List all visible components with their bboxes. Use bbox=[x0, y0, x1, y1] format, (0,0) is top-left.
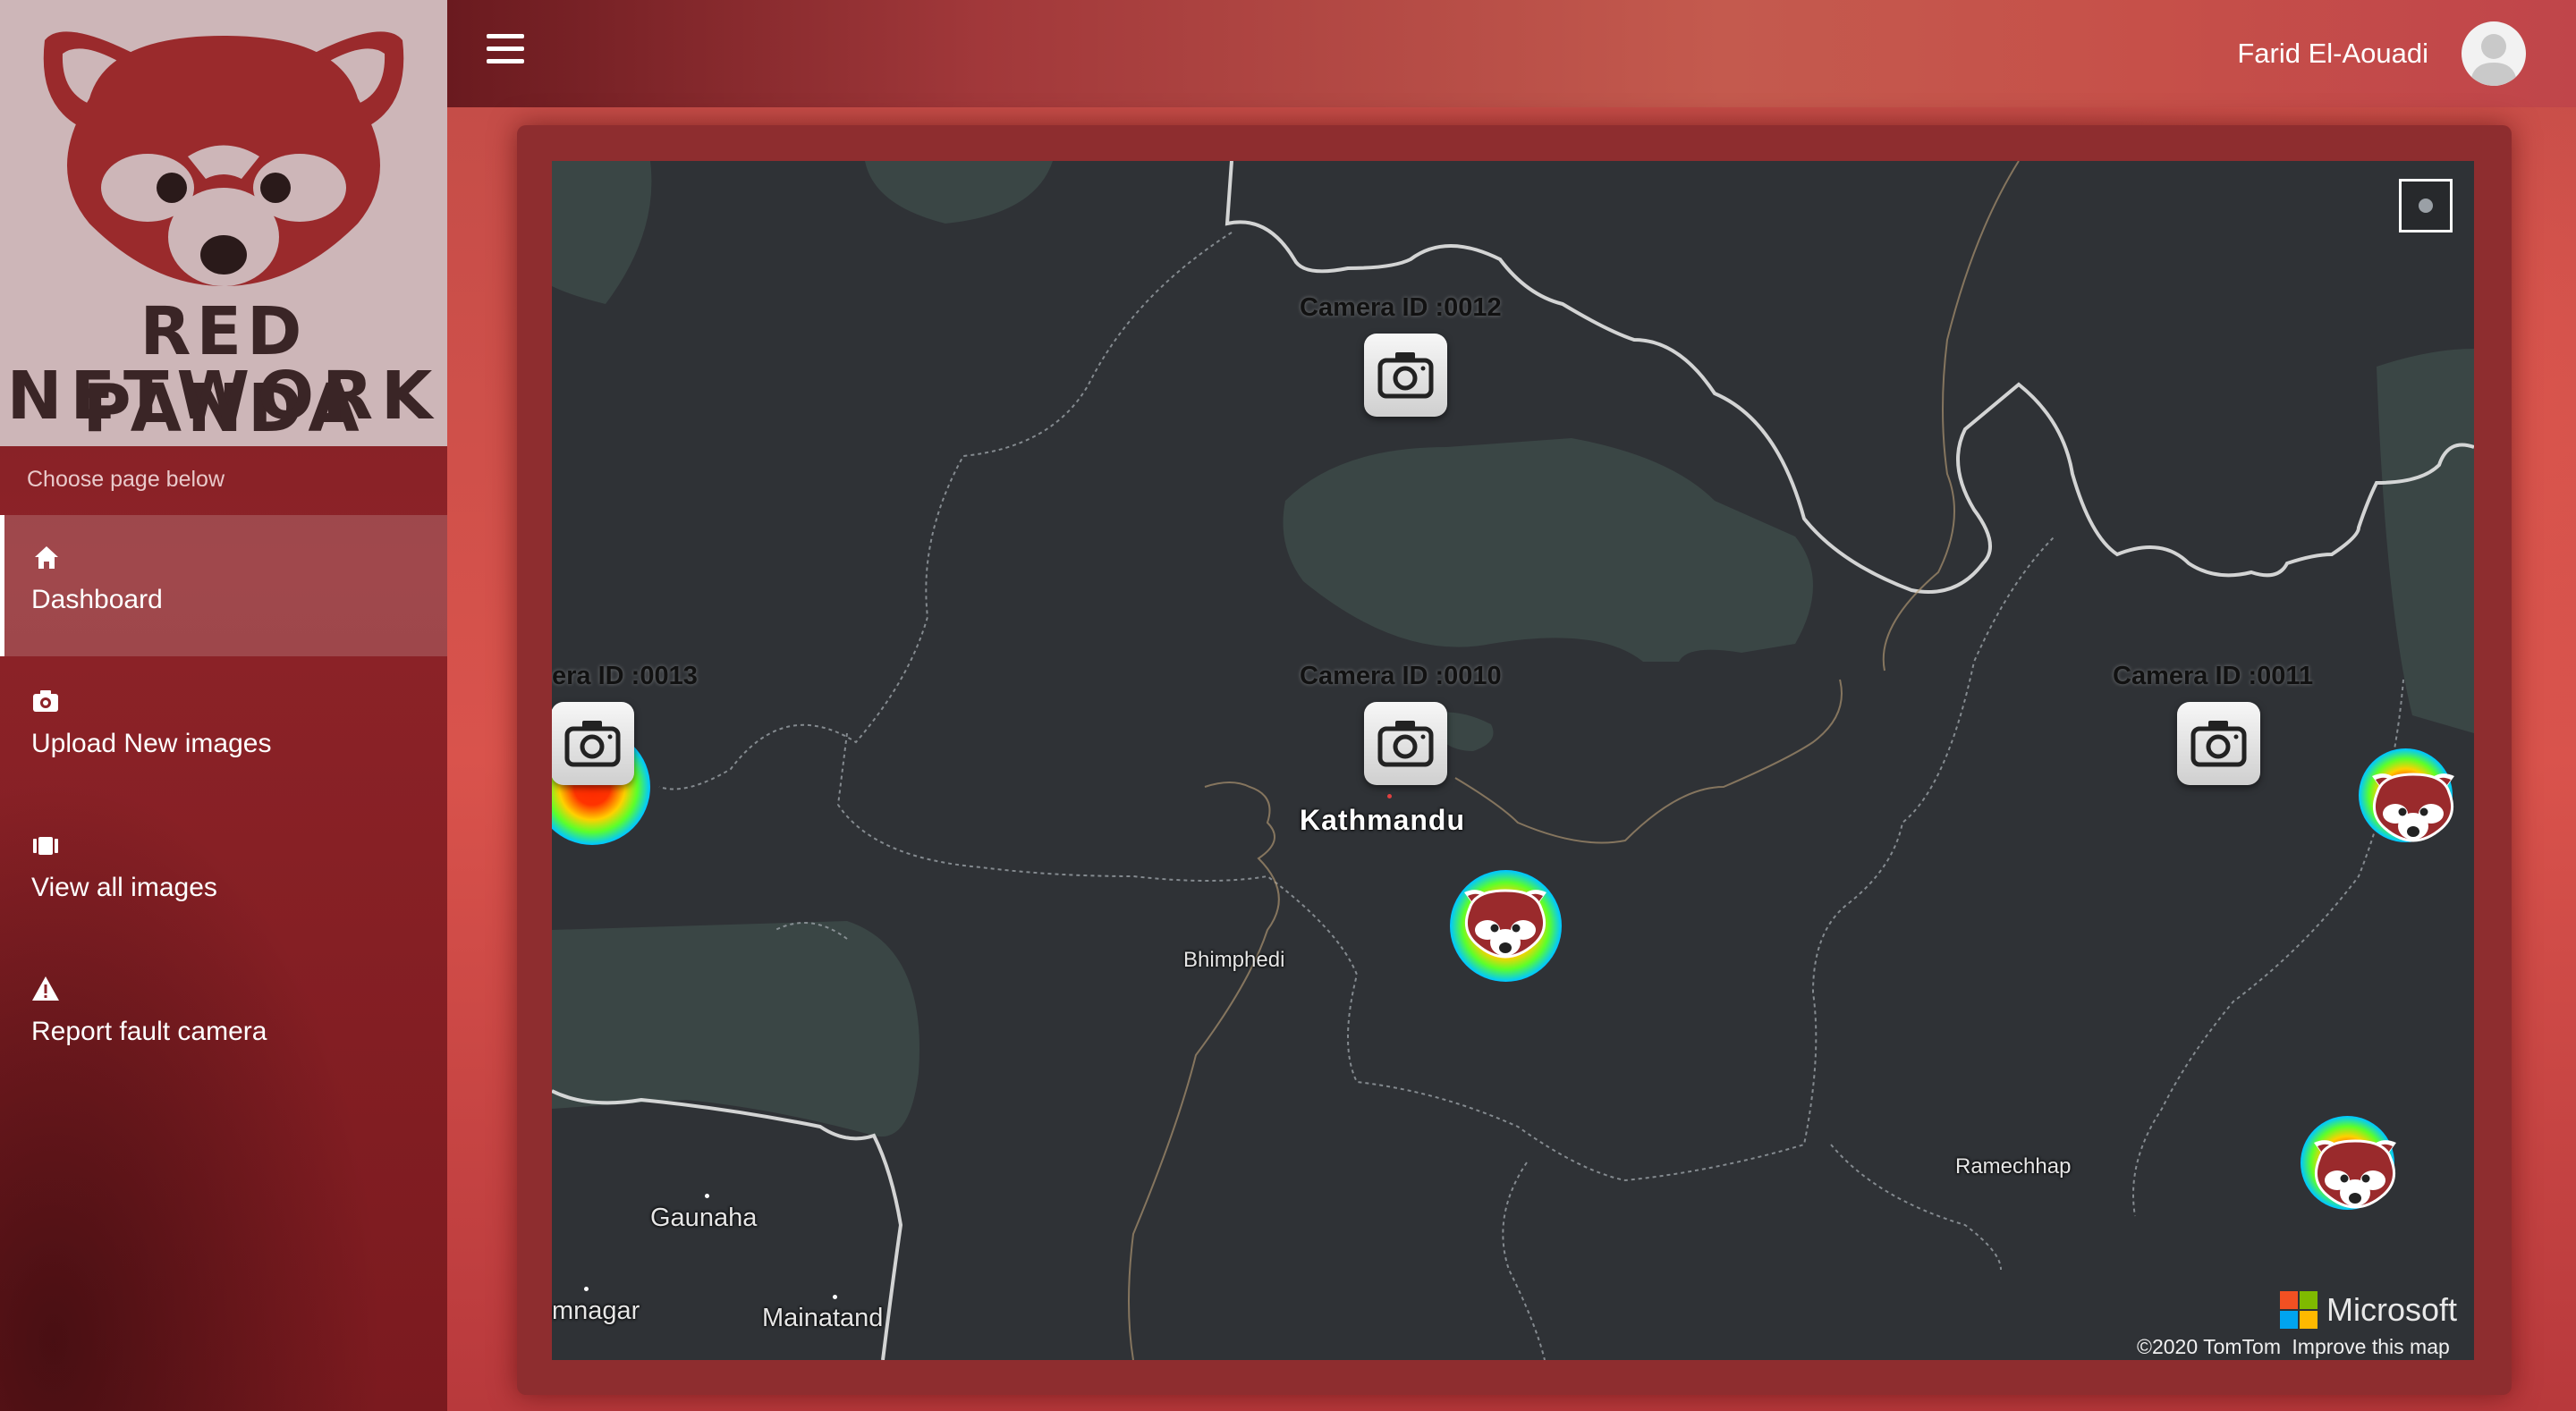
sidebar-item-label: Dashboard bbox=[31, 585, 163, 614]
place-label: Mainatand bbox=[762, 1304, 884, 1332]
copyright-text: ©2020 TomTom bbox=[2137, 1335, 2281, 1358]
hamburger-icon[interactable] bbox=[487, 34, 524, 64]
sidebar-item-label: Upload New images bbox=[31, 729, 272, 758]
avatar-icon bbox=[2470, 34, 2517, 86]
place-label: Bhimphedi bbox=[1183, 948, 1285, 972]
city-dot bbox=[705, 1194, 709, 1198]
city-dot bbox=[1387, 794, 1392, 798]
red-panda-marker-icon[interactable] bbox=[2365, 769, 2462, 844]
place-label: mnagar bbox=[552, 1297, 640, 1325]
microsoft-brand: Microsoft bbox=[2326, 1291, 2458, 1328]
red-panda-marker-icon[interactable] bbox=[1457, 885, 1554, 960]
chevron-left-icon bbox=[2419, 199, 2433, 213]
camera-icon bbox=[1377, 352, 1434, 399]
gallery-icon bbox=[33, 837, 58, 855]
camera-label: Camera ID :0010 bbox=[1300, 662, 1502, 690]
camera-marker[interactable] bbox=[552, 702, 634, 785]
sidebar-item-label: View all images bbox=[31, 873, 217, 902]
camera-icon bbox=[2190, 721, 2247, 767]
microsoft-logo-icon bbox=[2280, 1291, 2318, 1329]
map-attribution: ©2020 TomTom Improve this map bbox=[2137, 1335, 2450, 1359]
sidebar-item-view-images[interactable]: View all images bbox=[0, 803, 447, 944]
camera-marker[interactable] bbox=[2177, 702, 2260, 785]
place-label: Ramechhap bbox=[1955, 1154, 2072, 1179]
logo: RED PANDA NETWORK bbox=[0, 0, 447, 447]
warning-icon bbox=[32, 976, 59, 1001]
camera-label: Camera ID :0011 bbox=[2113, 662, 2314, 690]
camera-label: era ID :0013 bbox=[552, 662, 698, 690]
map-style-toggle[interactable] bbox=[2399, 179, 2453, 232]
sidebar-item-report-fault[interactable]: Report fault camera bbox=[0, 947, 447, 1088]
camera-marker[interactable] bbox=[1364, 334, 1447, 417]
logo-title-line2: NETWORK bbox=[6, 358, 441, 435]
avatar[interactable] bbox=[2462, 21, 2526, 86]
user-name[interactable]: Farid El-Aouadi bbox=[2237, 38, 2428, 70]
improve-map-link[interactable]: Improve this map bbox=[2292, 1335, 2449, 1358]
red-panda-logo-icon bbox=[43, 31, 404, 286]
sidebar-item-label: Report fault camera bbox=[31, 1017, 267, 1046]
sidebar: RED PANDA NETWORK Choose page below Dash… bbox=[0, 0, 447, 1411]
nav-caption: Choose page below bbox=[27, 467, 225, 492]
city-dot bbox=[584, 1287, 589, 1291]
city-dot bbox=[833, 1295, 837, 1299]
camera-icon bbox=[1377, 721, 1434, 767]
place-label: Kathmandu bbox=[1300, 804, 1465, 836]
red-panda-marker-icon[interactable] bbox=[2307, 1136, 2403, 1211]
map[interactable]: Camera ID :0012 Camera ID :0010 Camera I… bbox=[552, 161, 2474, 1360]
camera-marker[interactable] bbox=[1364, 702, 1447, 785]
sidebar-item-dashboard[interactable]: Dashboard bbox=[0, 515, 447, 656]
top-bar: Farid El-Aouadi bbox=[447, 0, 2576, 107]
place-label: Gaunaha bbox=[650, 1204, 758, 1232]
sidebar-item-upload[interactable]: Upload New images bbox=[0, 659, 447, 800]
camera-plus-icon bbox=[33, 690, 58, 712]
camera-icon bbox=[564, 721, 621, 767]
camera-label: Camera ID :0012 bbox=[1300, 293, 1502, 322]
home-icon bbox=[35, 546, 58, 569]
